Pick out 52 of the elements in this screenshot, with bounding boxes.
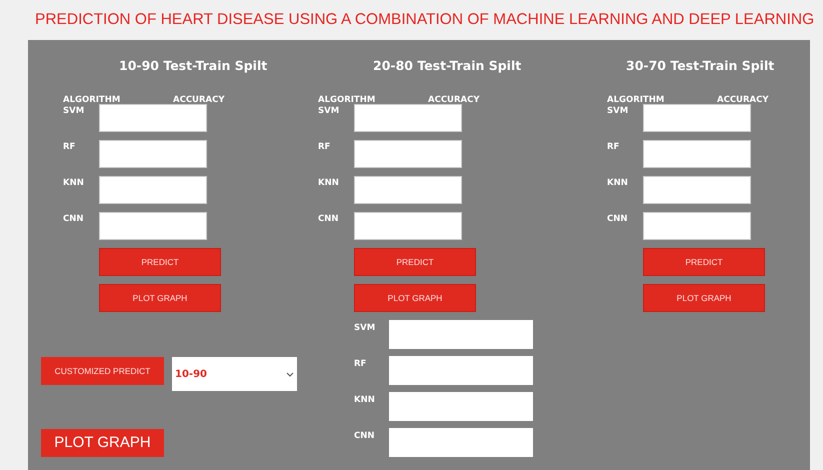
algorithm-label: KNN <box>607 177 629 189</box>
column-header: ACCURACY <box>173 94 224 106</box>
accuracy-field[interactable] <box>99 104 207 132</box>
predict-button[interactable]: PREDICT <box>643 248 765 276</box>
algorithm-label: RF <box>63 141 76 153</box>
column-header: ACCURACY <box>428 94 480 106</box>
algorithm-label: KNN <box>354 394 376 406</box>
algorithm-label: CNN <box>318 213 340 225</box>
algorithm-label: SVM <box>607 105 630 117</box>
accuracy-field[interactable] <box>389 428 533 457</box>
algorithm-label: RF <box>318 141 332 153</box>
column-header: ALGORITHM <box>63 94 122 106</box>
accuracy-field[interactable] <box>643 140 751 168</box>
plot-graph-button[interactable]: PLOT GRAPH <box>354 284 476 312</box>
customized-predict-button[interactable]: CUSTOMIZED PREDICT <box>41 357 164 385</box>
accuracy-field[interactable] <box>354 176 462 204</box>
split-heading: 10-90 Test-Train Spilt <box>118 58 268 74</box>
column-header: ALGORITHM <box>607 94 666 106</box>
accuracy-field[interactable] <box>643 104 751 132</box>
algorithm-label: SVM <box>63 105 86 117</box>
chevron-down-icon <box>286 372 294 376</box>
algorithm-label: KNN <box>318 177 340 189</box>
accuracy-field[interactable] <box>389 356 533 385</box>
split-heading: 30-70 Test-Train Spilt <box>625 58 776 74</box>
plot-graph-button[interactable]: PLOT GRAPH <box>99 284 221 312</box>
algorithm-label: RF <box>607 141 620 153</box>
accuracy-field[interactable] <box>99 212 207 240</box>
accuracy-field[interactable] <box>389 392 533 421</box>
accuracy-field[interactable] <box>99 140 207 168</box>
accuracy-field[interactable] <box>99 176 207 204</box>
split-heading: 20-80 Test-Train Spilt <box>372 58 522 74</box>
algorithm-label: CNN <box>607 213 628 225</box>
accuracy-field[interactable] <box>354 140 462 168</box>
column-header: ACCURACY <box>717 94 768 106</box>
accuracy-field[interactable] <box>643 176 751 204</box>
plot-graph-button[interactable]: PLOT GRAPH <box>643 284 765 312</box>
algorithm-label: CNN <box>354 430 376 442</box>
column-header: ALGORITHM <box>318 94 376 106</box>
plot-graph-button[interactable]: PLOT GRAPH <box>41 429 164 457</box>
accuracy-field[interactable] <box>354 104 462 132</box>
accuracy-field[interactable] <box>354 212 462 240</box>
predict-button[interactable]: PREDICT <box>99 248 221 276</box>
algorithm-label: RF <box>354 358 368 370</box>
page-title: PREDICTION OF HEART DISEASE USING A COMBINATION OF MACHINE LEARNING AND DEEP LEARNING <box>35 10 816 30</box>
split-select[interactable]: 10-90 <box>172 357 297 391</box>
algorithm-label: CNN <box>63 213 84 225</box>
accuracy-field[interactable] <box>643 212 751 240</box>
algorithm-label: KNN <box>63 177 85 189</box>
algorithm-label: SVM <box>354 322 376 334</box>
accuracy-field[interactable] <box>389 320 533 349</box>
predict-button[interactable]: PREDICT <box>354 248 476 276</box>
algorithm-label: SVM <box>318 105 340 117</box>
